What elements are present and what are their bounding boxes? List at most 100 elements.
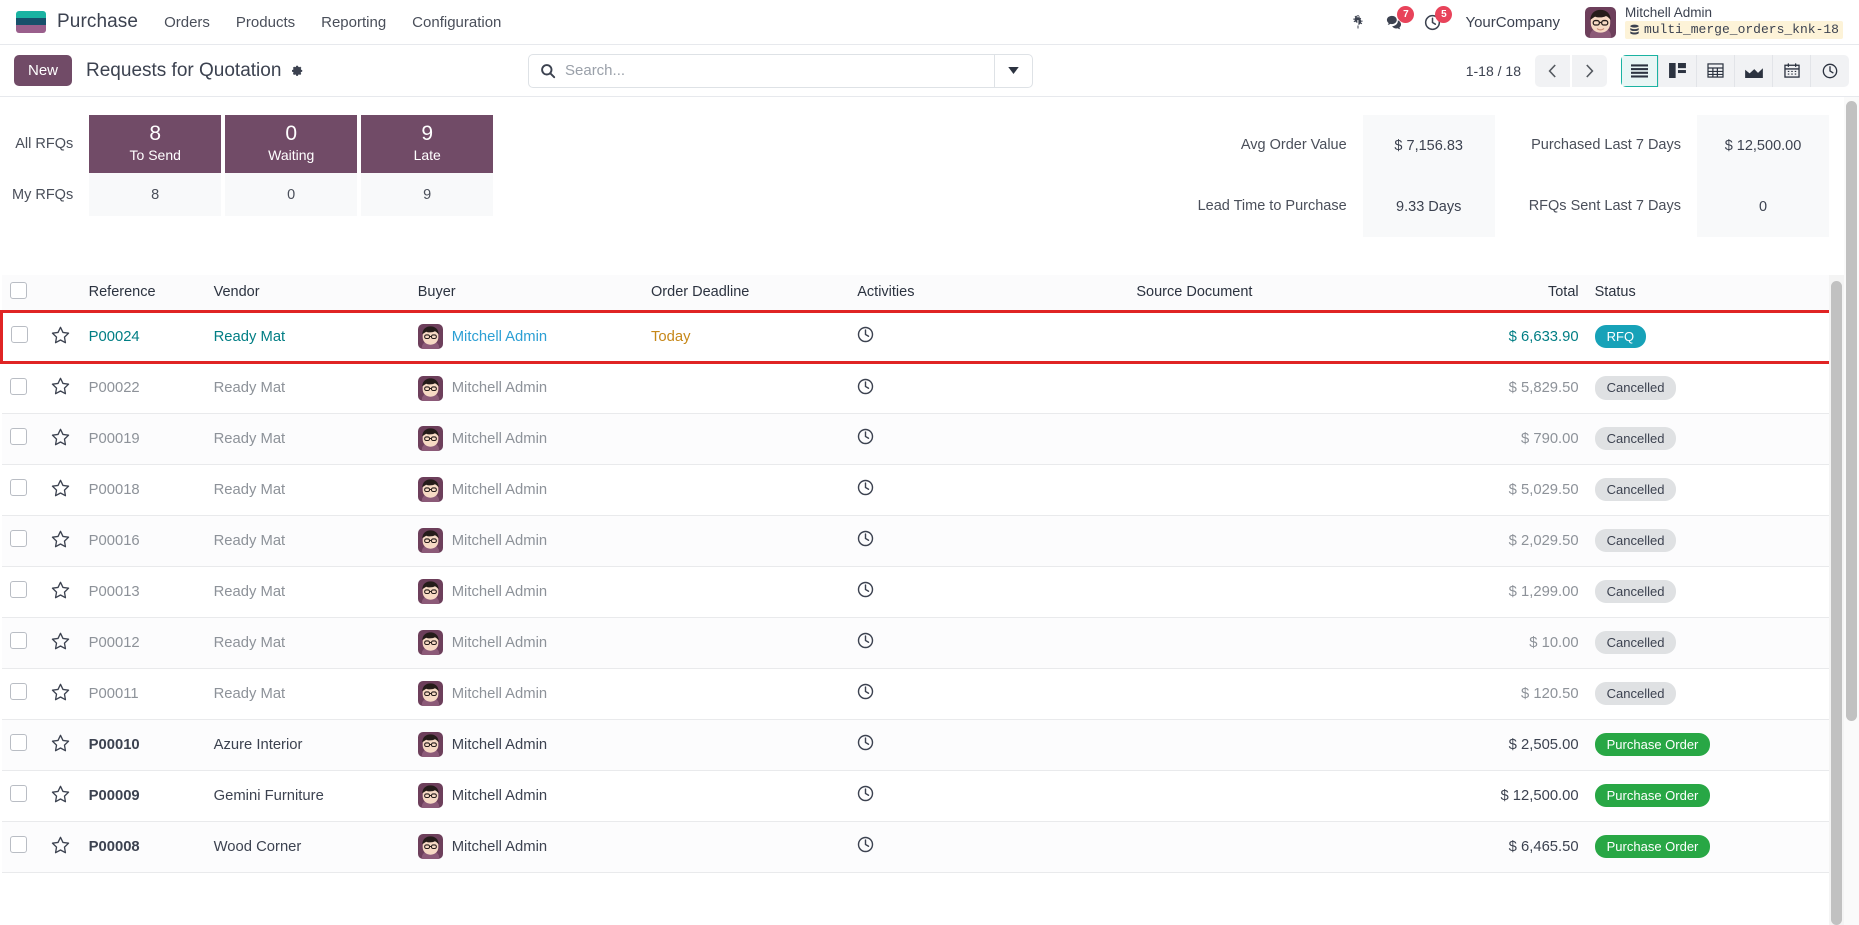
table-row[interactable]: P00022 Ready Mat Mitchell Admin $ 5,829.50 C…: [1, 362, 1858, 414]
cell-vendor[interactable]: Gemini Furniture: [205, 770, 410, 822]
activity-view-button[interactable]: [1811, 54, 1849, 87]
column-vendor[interactable]: Vendor: [205, 275, 410, 312]
cell-status[interactable]: Cancelled: [1586, 566, 1795, 618]
table-scrollbar[interactable]: [1829, 275, 1844, 925]
table-row[interactable]: P00019 Ready Mat Mitchell Admin $ 790.00 Can…: [1, 413, 1858, 465]
vendor-value[interactable]: Ready Mat: [214, 635, 286, 651]
clock-icon[interactable]: [857, 683, 874, 700]
clock-icon[interactable]: [857, 785, 874, 802]
reference-value[interactable]: P00011: [89, 686, 139, 702]
vendor-value[interactable]: Wood Corner: [214, 839, 302, 855]
cell-buyer[interactable]: Mitchell Admin: [409, 770, 644, 822]
reference-value[interactable]: P00024: [89, 329, 140, 345]
cell-order-deadline[interactable]: [643, 362, 850, 414]
tile-to-send[interactable]: 8 To Send: [89, 115, 222, 173]
cell-source-document[interactable]: [1128, 770, 1431, 822]
cell-buyer[interactable]: Mitchell Admin: [409, 464, 644, 516]
table-row[interactable]: P00018 Ready Mat Mitchell Admin $ 5,029.50 C…: [1, 464, 1858, 516]
buyer-value[interactable]: Mitchell Admin: [452, 584, 547, 600]
reference-value[interactable]: P00009: [89, 788, 140, 804]
cell-buyer[interactable]: Mitchell Admin: [409, 668, 644, 720]
column-source-document[interactable]: Source Document: [1128, 275, 1431, 312]
vendor-value[interactable]: Ready Mat: [214, 482, 286, 498]
cell-total[interactable]: $ 6,633.90: [1430, 309, 1587, 364]
vendor-value[interactable]: Gemini Furniture: [214, 788, 324, 804]
page-scrollbar[interactable]: [1844, 97, 1859, 925]
row-checkbox[interactable]: [9, 632, 27, 649]
graph-view-button[interactable]: [1735, 54, 1773, 87]
buyer-value[interactable]: Mitchell Admin: [452, 788, 547, 804]
cell-source-document[interactable]: [1128, 566, 1431, 618]
buyer-value[interactable]: Mitchell Admin: [452, 380, 547, 396]
table-row[interactable]: P00024 Ready Mat Mitchell Admin Today $ 6,63…: [0, 309, 1859, 364]
cell-vendor[interactable]: Ready Mat: [205, 515, 410, 567]
buyer-value[interactable]: Mitchell Admin: [452, 482, 547, 498]
cell-buyer[interactable]: Mitchell Admin: [409, 362, 644, 414]
cell-activities[interactable]: [849, 770, 1129, 822]
star-outline-icon[interactable]: [51, 683, 70, 706]
row-checkbox[interactable]: [11, 326, 28, 343]
star-outline-icon[interactable]: [51, 326, 70, 349]
company-name[interactable]: YourCompany: [1465, 14, 1560, 31]
cell-activities[interactable]: [849, 515, 1129, 567]
menu-item-reporting[interactable]: Reporting: [321, 10, 386, 35]
row-checkbox[interactable]: [9, 377, 27, 395]
pager-previous-button[interactable]: [1535, 54, 1570, 87]
cell-status[interactable]: RFQ: [1586, 309, 1795, 364]
cell-reference[interactable]: P00022: [80, 362, 206, 414]
cell-total[interactable]: $ 12,500.00: [1430, 770, 1587, 822]
column-reference[interactable]: Reference: [80, 275, 206, 312]
star-outline-icon[interactable]: [51, 785, 70, 808]
cell-vendor[interactable]: Ready Mat: [205, 464, 410, 516]
cell-vendor[interactable]: Ready Mat: [205, 413, 410, 465]
reference-value[interactable]: P00019: [89, 431, 140, 447]
buyer-value[interactable]: Mitchell Admin: [452, 839, 547, 855]
cell-source-document[interactable]: [1128, 668, 1431, 720]
cell-buyer[interactable]: Mitchell Admin: [409, 309, 644, 364]
clock-icon[interactable]: [857, 734, 874, 751]
stat-lead-time[interactable]: 9.33 Days: [1362, 176, 1495, 237]
reference-value[interactable]: P00010: [89, 737, 140, 753]
cell-vendor[interactable]: Ready Mat: [205, 362, 410, 414]
cell-activities[interactable]: [849, 617, 1129, 669]
search-input[interactable]: [565, 54, 994, 87]
cell-total[interactable]: $ 790.00: [1430, 413, 1587, 465]
table-row[interactable]: P00008 Wood Corner Mitchell Admin $ 6,465.5…: [1, 821, 1858, 873]
cell-activities[interactable]: [849, 413, 1129, 465]
row-checkbox[interactable]: [9, 428, 27, 445]
column-status[interactable]: Status: [1586, 275, 1795, 312]
cell-source-document[interactable]: [1128, 362, 1431, 414]
cell-reference[interactable]: P00024: [80, 309, 206, 364]
kanban-view-button[interactable]: [1659, 54, 1697, 87]
cell-order-deadline[interactable]: [643, 617, 850, 669]
buyer-value[interactable]: Mitchell Admin: [452, 635, 547, 651]
column-total[interactable]: Total: [1430, 275, 1587, 312]
cell-total[interactable]: $ 1,299.00: [1430, 566, 1587, 618]
cell-total[interactable]: $ 5,029.50: [1430, 464, 1587, 516]
cell-status[interactable]: Cancelled: [1586, 668, 1795, 720]
cell-activities[interactable]: [849, 362, 1129, 414]
row-checkbox[interactable]: [9, 479, 27, 496]
cell-order-deadline[interactable]: [643, 464, 850, 516]
cell-status[interactable]: Purchase Order: [1586, 821, 1795, 873]
cell-source-document[interactable]: [1128, 821, 1431, 873]
buyer-value[interactable]: Mitchell Admin: [452, 431, 547, 447]
cell-status[interactable]: Cancelled: [1586, 617, 1795, 669]
cell-source-document[interactable]: [1128, 617, 1431, 669]
list-view-button[interactable]: [1621, 54, 1659, 87]
my-tile-late[interactable]: 9: [361, 173, 494, 216]
cell-total[interactable]: $ 2,029.50: [1430, 515, 1587, 567]
clock-icon[interactable]: [857, 836, 874, 853]
cell-order-deadline[interactable]: [643, 719, 850, 771]
row-checkbox[interactable]: [9, 683, 27, 700]
cell-activities[interactable]: [849, 821, 1129, 873]
cell-reference[interactable]: P00008: [80, 821, 206, 873]
buyer-value[interactable]: Mitchell Admin: [452, 737, 547, 753]
clock-icon[interactable]: [857, 428, 874, 445]
clock-icon[interactable]: [857, 479, 874, 496]
cell-status[interactable]: Cancelled: [1586, 413, 1795, 465]
bug-icon[interactable]: [1350, 14, 1366, 30]
column-order-deadline[interactable]: Order Deadline: [643, 275, 850, 312]
cell-reference[interactable]: P00013: [80, 566, 206, 618]
clock-icon[interactable]: [857, 530, 874, 547]
